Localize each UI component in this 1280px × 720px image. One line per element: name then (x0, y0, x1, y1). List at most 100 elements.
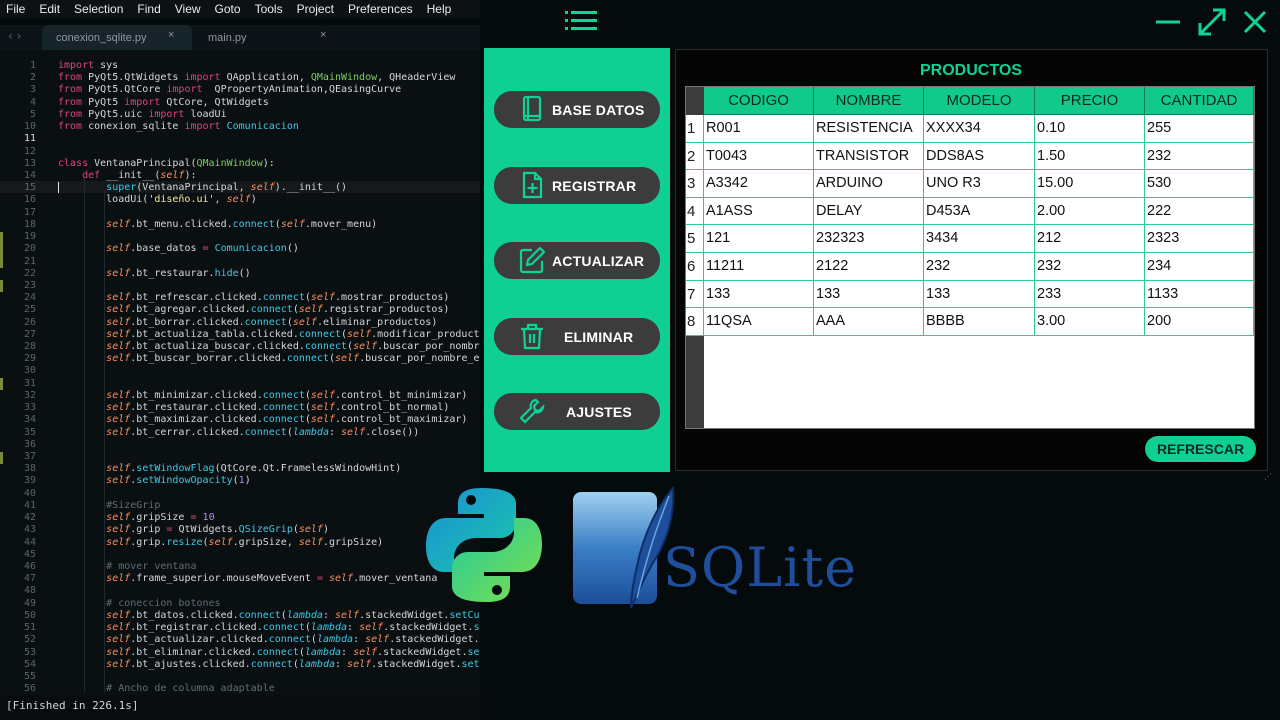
code-line[interactable]: self.bt_registrar.clicked.connect(lambda… (58, 622, 480, 634)
code-line[interactable]: # Ancho de columna adaptable (58, 683, 480, 695)
table-cell[interactable]: 11QSA (704, 308, 814, 336)
table-cell[interactable]: 232 (1035, 253, 1145, 281)
code-line[interactable]: self.grip.resize(self.gripSize, self.gri… (58, 537, 480, 549)
close-icon[interactable] (1242, 9, 1268, 35)
code-line[interactable]: self.bt_ajustes.clicked.connect(lambda: … (58, 659, 480, 671)
code-line[interactable]: from PyQt5.uic import loadUi (58, 109, 480, 121)
code-line[interactable] (58, 207, 480, 219)
table-cell[interactable]: R001 (704, 115, 814, 143)
table-cell[interactable]: 255 (1145, 115, 1254, 143)
table-cell[interactable]: BBBB (924, 308, 1035, 336)
code-line[interactable]: self.setWindowOpacity(1) (58, 475, 480, 487)
table-cell[interactable]: TRANSISTOR (814, 142, 924, 171)
maximize-icon[interactable] (1196, 6, 1228, 38)
table-cell[interactable]: D453A (924, 197, 1035, 226)
table-cell[interactable]: A3342 (704, 170, 814, 198)
code-line[interactable]: self.bt_maximizar.clicked.connect(self.c… (58, 414, 480, 426)
code-line[interactable]: self.base_datos = Comunicacion() (58, 243, 480, 255)
code-line[interactable]: from PyQt5.QtCore import QPropertyAnimat… (58, 84, 480, 96)
table-cell[interactable]: 15.00 (1035, 170, 1145, 198)
code-line[interactable]: # mover ventana (58, 561, 480, 573)
table-cell[interactable]: 133 (924, 280, 1035, 309)
code-line[interactable]: # coneccion botones (58, 598, 480, 610)
menu-project[interactable]: Project (290, 2, 341, 16)
code-line[interactable]: self.bt_actualiza_tabla.clicked.connect(… (58, 329, 480, 341)
code-line[interactable]: #SizeGrip (58, 500, 480, 512)
table-cell[interactable]: 121 (704, 225, 814, 253)
table-cell[interactable]: DDS8AS (924, 142, 1035, 171)
code-line[interactable] (58, 439, 480, 451)
menu-view[interactable]: View (168, 2, 208, 16)
tab-conexion-sqlite[interactable]: conexion_sqlite.py × (42, 25, 192, 50)
close-icon[interactable]: × (320, 29, 326, 41)
minimize-icon[interactable] (1155, 10, 1181, 34)
table-cell[interactable]: 200 (1145, 308, 1254, 336)
table-cell[interactable]: 233 (1035, 280, 1145, 309)
code-line[interactable]: self.frame_superior.mouseMoveEvent = sel… (58, 573, 480, 585)
code-line[interactable] (58, 256, 480, 268)
table-cell[interactable]: 2323 (1145, 225, 1254, 253)
code-line[interactable]: self.bt_menu.clicked.connect(self.mover_… (58, 219, 480, 231)
table-cell[interactable]: DELAY (814, 197, 924, 226)
table-cell[interactable]: UNO R3 (924, 170, 1035, 198)
code-line[interactable]: self.gripSize = 10 (58, 512, 480, 524)
menu-tools[interactable]: Tools (248, 2, 290, 16)
row-number[interactable]: 6 (686, 253, 704, 281)
code-editor[interactable]: 1 2 3 4 5 10 11 12 13 14 15 16 17 18 19 20 21 22 23 24 25 26 2… (0, 50, 480, 695)
code-line[interactable] (58, 378, 480, 390)
code-line[interactable] (58, 488, 480, 500)
code-line[interactable] (58, 451, 480, 463)
table-cell[interactable]: 3.00 (1035, 308, 1145, 336)
eliminar-button[interactable]: ELIMINAR (494, 318, 660, 355)
column-header-codigo[interactable]: CODIGO (704, 87, 814, 115)
row-number[interactable]: 1 (686, 115, 704, 143)
actualizar-button[interactable]: ACTUALIZAR (494, 242, 660, 279)
code-line[interactable]: self.bt_restaurar.clicked.connect(self.c… (58, 402, 480, 414)
menu-find[interactable]: Find (130, 2, 167, 16)
code-line[interactable] (58, 671, 480, 683)
code-line[interactable]: self.bt_restaurar.hide() (58, 268, 480, 280)
code-line[interactable]: self.setWindowFlag(QtCore.Qt.FramelessWi… (58, 463, 480, 475)
table-cell[interactable]: 2122 (814, 253, 924, 281)
code-line[interactable]: class VentanaPrincipal(QMainWindow): (58, 158, 480, 170)
base-datos-button[interactable]: BASE DATOS (494, 91, 660, 128)
table-cell[interactable]: 133 (814, 280, 924, 309)
table-cell[interactable]: 234 (1145, 253, 1254, 281)
code-line[interactable]: def __init__(self): (58, 170, 480, 182)
code-line[interactable]: super(VentanaPrincipal, self).__init__() (58, 182, 480, 194)
code-line[interactable] (58, 585, 480, 597)
hamburger-menu-icon[interactable] (565, 10, 597, 32)
tab-main[interactable]: main.py × (196, 25, 346, 50)
table-cell[interactable]: ARDUINO (814, 170, 924, 198)
close-icon[interactable]: × (168, 29, 174, 41)
menu-help[interactable]: Help (420, 2, 459, 16)
row-number[interactable]: 7 (686, 280, 704, 309)
code-line[interactable] (58, 280, 480, 292)
table-cell[interactable]: 11211 (704, 253, 814, 281)
table-cell[interactable]: 3434 (924, 225, 1035, 253)
column-header-precio[interactable]: PRECIO (1035, 87, 1145, 115)
column-header-modelo[interactable]: MODELO (924, 87, 1035, 115)
code-line[interactable] (58, 365, 480, 377)
table-cell[interactable]: 2.00 (1035, 197, 1145, 226)
menu-edit[interactable]: Edit (32, 2, 67, 16)
products-table[interactable]: CODIGO NOMBRE MODELO PRECIO CANTIDAD 1 R001 RES… (685, 86, 1255, 429)
table-cell[interactable]: AAA (814, 308, 924, 336)
table-cell[interactable]: 232323 (814, 225, 924, 253)
menu-selection[interactable]: Selection (67, 2, 130, 16)
code-line[interactable]: self.bt_minimizar.clicked.connect(self.c… (58, 390, 480, 402)
row-number[interactable]: 4 (686, 197, 704, 226)
code-line[interactable]: from PyQt5 import QtCore, QtWidgets (58, 97, 480, 109)
menu-file[interactable]: File (0, 2, 32, 16)
table-cell[interactable]: RESISTENCIA (814, 115, 924, 143)
code-line[interactable]: from PyQt5.QtWidgets import QApplication… (58, 72, 480, 84)
table-cell[interactable]: 133 (704, 280, 814, 309)
row-number[interactable]: 5 (686, 225, 704, 253)
code-line[interactable] (58, 146, 480, 158)
table-cell[interactable]: 530 (1145, 170, 1254, 198)
menu-preferences[interactable]: Preferences (341, 2, 420, 16)
table-cell[interactable]: 212 (1035, 225, 1145, 253)
menu-goto[interactable]: Goto (208, 2, 248, 16)
table-cell[interactable]: A1ASS (704, 197, 814, 226)
column-header-nombre[interactable]: NOMBRE (814, 87, 924, 115)
